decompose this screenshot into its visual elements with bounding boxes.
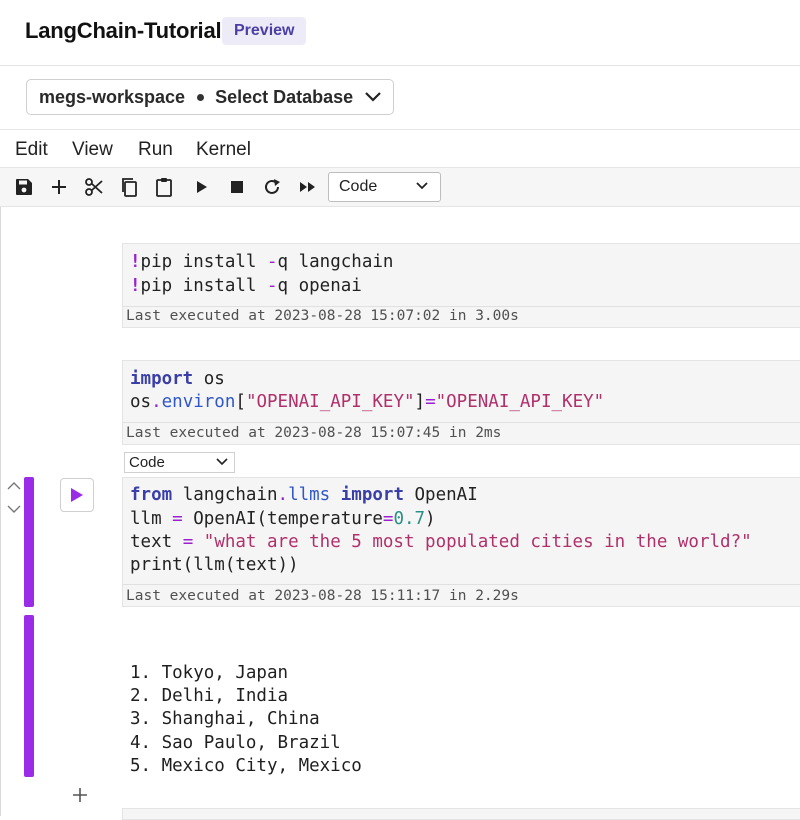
preview-badge: Preview — [222, 17, 307, 45]
code-cell-pip-install[interactable]: !pip install -q langchain !pip install -… — [122, 243, 800, 328]
cell-divider — [123, 306, 800, 307]
execution-info: Last executed at 2023-08-28 15:11:17 in … — [126, 588, 519, 604]
save-icon[interactable] — [14, 177, 34, 197]
notebook-left-border — [0, 207, 1, 816]
add-cell-icon[interactable] — [49, 177, 69, 197]
code-cell-environ[interactable]: import os os.environ["OPENAI_API_KEY"]="… — [122, 360, 800, 445]
separator-dot — [197, 93, 205, 101]
header-divider — [0, 65, 800, 66]
stop-icon[interactable] — [227, 177, 247, 197]
execution-info: Last executed at 2023-08-28 15:07:02 in … — [126, 308, 519, 324]
move-cell-up-icon[interactable] — [6, 478, 22, 496]
output-line: 3. Shanghai, China — [130, 709, 320, 729]
output-line: 1. Tokyo, Japan — [130, 663, 289, 683]
menu-run[interactable]: Run — [138, 139, 173, 161]
code-line: import os — [130, 369, 225, 389]
paste-icon[interactable] — [154, 177, 174, 197]
next-code-cell[interactable] — [122, 808, 800, 820]
execution-info: Last executed at 2023-08-28 15:07:45 in … — [126, 425, 502, 441]
active-cell-indicator — [24, 477, 34, 607]
add-cell-below-icon[interactable] — [72, 787, 88, 808]
play-icon — [71, 488, 83, 502]
cell-type-select[interactable]: Code — [124, 452, 235, 473]
notebook-title: LangChain-Tutorial — [25, 18, 222, 43]
menu-kernel[interactable]: Kernel — [196, 139, 251, 161]
code-line: from langchain.llms import OpenAI — [130, 485, 478, 505]
output-line: 2. Delhi, India — [130, 686, 289, 706]
database-select-label: Select Database — [215, 86, 354, 107]
copy-icon[interactable] — [119, 177, 139, 197]
code-line: !pip install -q langchain — [130, 252, 394, 272]
cell-divider — [123, 422, 800, 423]
chevron-down-icon — [365, 92, 381, 102]
code-line: text = "what are the 5 most populated ci… — [130, 532, 752, 552]
chevron-down-icon — [216, 458, 228, 466]
menu-edit[interactable]: Edit — [15, 139, 48, 161]
cell-divider — [123, 584, 800, 585]
menu-view[interactable]: View — [72, 139, 113, 161]
run-icon[interactable] — [192, 177, 212, 197]
cell-type-value: Code — [339, 178, 378, 195]
cell-type-select[interactable]: Code — [328, 172, 441, 202]
cell-type-value: Code — [129, 454, 165, 471]
output-line: 5. Mexico City, Mexico — [130, 756, 362, 776]
output-line: 4. Sao Paulo, Brazil — [130, 733, 341, 753]
cut-icon[interactable] — [84, 177, 104, 197]
menubar-divider — [0, 129, 800, 130]
code-line: os.environ["OPENAI_API_KEY"]="OPENAI_API… — [130, 392, 605, 412]
code-line: !pip install -q openai — [130, 276, 362, 296]
code-line: print(llm(text)) — [130, 555, 299, 575]
output-indicator — [24, 615, 34, 777]
run-cell-button[interactable] — [60, 478, 94, 512]
restart-icon[interactable] — [262, 177, 282, 197]
chevron-down-icon — [416, 182, 428, 190]
workspace-database-select[interactable]: megs-workspace Select Database — [26, 79, 394, 115]
move-cell-down-icon[interactable] — [6, 501, 22, 519]
code-cell-openai[interactable]: from langchain.llms import OpenAI llm = … — [122, 477, 800, 607]
workspace-name: megs-workspace — [39, 86, 186, 107]
code-line: llm = OpenAI(temperature=0.7) — [130, 509, 436, 529]
run-all-icon[interactable] — [298, 177, 318, 197]
